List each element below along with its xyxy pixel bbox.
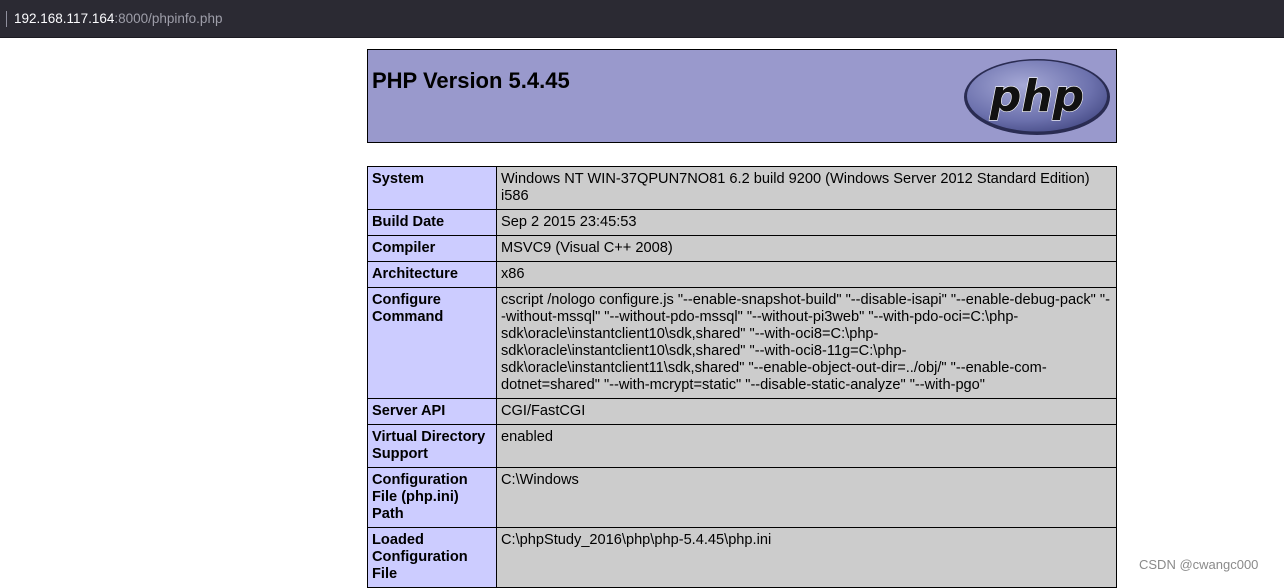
watermark: CSDN @cwangc000 bbox=[1139, 557, 1259, 572]
table-row: Server API CGI/FastCGI bbox=[367, 398, 1117, 425]
table-row: Build Date Sep 2 2015 23:45:53 bbox=[367, 209, 1117, 236]
setting-name: Architecture bbox=[367, 261, 497, 288]
setting-name: Configuration File (php.ini) Path bbox=[367, 467, 497, 528]
setting-name: Build Date bbox=[367, 209, 497, 236]
table-row: Compiler MSVC9 (Visual C++ 2008) bbox=[367, 235, 1117, 262]
table-row: System Windows NT WIN-37QPUN7NO81 6.2 bui… bbox=[367, 166, 1117, 210]
setting-value: enabled bbox=[496, 424, 1117, 468]
php-logo-icon[interactable]: php bbox=[962, 57, 1112, 137]
php-info-table: System Windows NT WIN-37QPUN7NO81 6.2 bui… bbox=[367, 166, 1117, 588]
setting-name: Configure Command bbox=[367, 287, 497, 399]
url-host: 192.168.117.164 bbox=[14, 11, 115, 26]
page-title: PHP Version 5.4.45 bbox=[372, 68, 570, 93]
table-row: Virtual Directory Support enabled bbox=[367, 424, 1117, 468]
url-path: :8000/phpinfo.php bbox=[114, 11, 223, 26]
table-row: Configure Command cscript /nologo configu… bbox=[367, 287, 1117, 399]
table-row: Loaded Configuration File C:\phpStudy_201… bbox=[367, 527, 1117, 588]
setting-name: Compiler bbox=[367, 235, 497, 262]
setting-name: Virtual Directory Support bbox=[367, 424, 497, 468]
setting-value: MSVC9 (Visual C++ 2008) bbox=[496, 235, 1117, 262]
setting-value: C:\Windows bbox=[496, 467, 1117, 528]
url-field[interactable]: 192.168.117.164:8000/phpinfo.php bbox=[14, 10, 222, 28]
setting-value: CGI/FastCGI bbox=[496, 398, 1117, 425]
setting-name: Loaded Configuration File bbox=[367, 527, 497, 588]
setting-value: C:\phpStudy_2016\php\php-5.4.45\php.ini bbox=[496, 527, 1117, 588]
setting-value: cscript /nologo configure.js "--enable-s… bbox=[496, 287, 1117, 399]
setting-name: System bbox=[367, 166, 497, 210]
setting-name: Server API bbox=[367, 398, 497, 425]
table-row: Configuration File (php.ini) Path C:\Wind… bbox=[367, 467, 1117, 528]
text-cursor bbox=[6, 11, 7, 27]
browser-address-bar[interactable]: 192.168.117.164:8000/phpinfo.php bbox=[0, 0, 1284, 38]
php-logo-text: php bbox=[989, 71, 1084, 122]
setting-value: x86 bbox=[496, 261, 1117, 288]
table-row: Architecture x86 bbox=[367, 261, 1117, 288]
setting-value: Windows NT WIN-37QPUN7NO81 6.2 build 920… bbox=[496, 166, 1117, 210]
php-version-header: PHP Version 5.4.45 php bbox=[367, 49, 1117, 143]
setting-value: Sep 2 2015 23:45:53 bbox=[496, 209, 1117, 236]
